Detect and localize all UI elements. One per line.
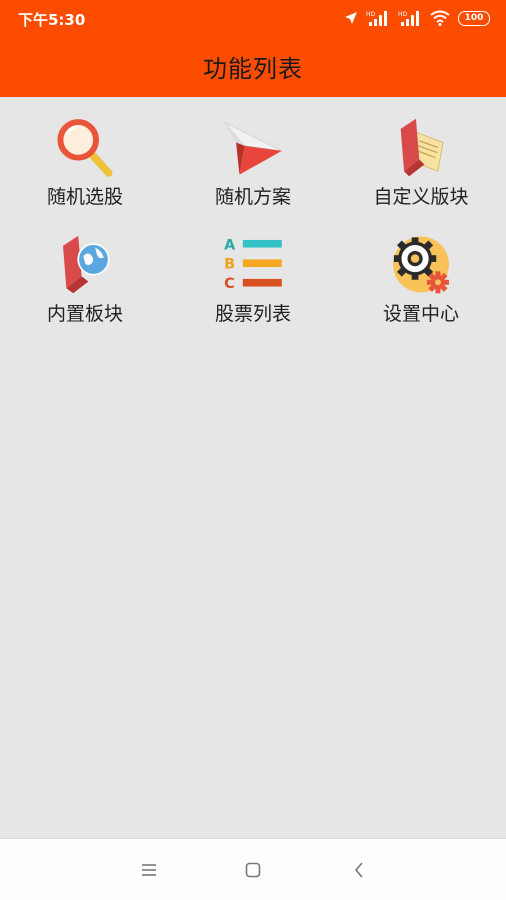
abc-letter-a: A xyxy=(224,237,236,253)
location-arrow-icon xyxy=(345,12,357,24)
signal-hd-icon: HD xyxy=(366,11,387,26)
folder-document-icon xyxy=(400,118,444,177)
menu-item-label: 随机方案 xyxy=(214,186,291,208)
app-bar: 功能列表 xyxy=(0,36,506,97)
gears-icon xyxy=(393,236,449,294)
home-button[interactable] xyxy=(238,857,268,883)
menu-item-random-plan[interactable]: 随机方案 xyxy=(183,97,323,209)
status-bar: 下午5:30 HD HD 100 xyxy=(0,0,506,36)
wifi-icon xyxy=(430,10,450,26)
system-nav-bar xyxy=(0,838,506,900)
menu-icon xyxy=(142,864,156,876)
menu-item-label: 自定义版块 xyxy=(373,186,469,208)
folder-globe-icon xyxy=(62,235,110,294)
menu-item-builtin-sector[interactable]: 内置板块 xyxy=(15,214,155,326)
signal-hd-label: HD xyxy=(366,11,376,18)
status-icons: HD HD 100 xyxy=(344,8,490,28)
menu-item-settings[interactable]: 设置中心 xyxy=(351,214,491,326)
menu-button[interactable] xyxy=(134,857,164,883)
status-time: 下午5:30 xyxy=(18,11,86,29)
battery-icon: 100 xyxy=(458,10,490,26)
home-icon xyxy=(245,862,261,878)
menu-item-random-stock-pick[interactable]: 随机选股 xyxy=(15,97,155,209)
menu-item-label: 股票列表 xyxy=(214,303,291,325)
back-icon xyxy=(354,862,363,878)
magnifier-icon xyxy=(57,119,113,177)
menu-item-label: 内置板块 xyxy=(46,303,123,325)
signal-hd-icon: HD xyxy=(398,11,419,26)
abc-list-icon: A B C xyxy=(224,237,282,292)
paper-plane-icon xyxy=(223,121,282,175)
page-title: 功能列表 xyxy=(203,55,303,83)
menu-item-custom-sector[interactable]: 自定义版块 xyxy=(351,97,491,209)
menu-item-label: 随机选股 xyxy=(46,186,123,208)
abc-letter-b: B xyxy=(224,257,235,273)
back-button[interactable] xyxy=(344,857,374,883)
menu-item-stock-list[interactable]: A B C 股票列表 xyxy=(183,214,323,326)
menu-item-label: 设置中心 xyxy=(382,303,459,325)
signal-hd-label: HD xyxy=(398,11,408,18)
abc-letter-c: C xyxy=(224,276,235,292)
